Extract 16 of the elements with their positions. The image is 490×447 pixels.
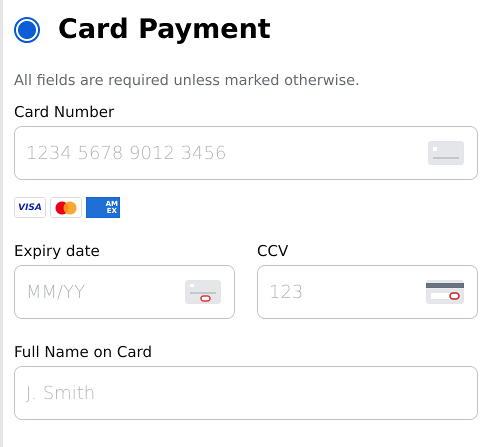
field-label: Full Name on Card	[14, 343, 153, 361]
field-label: Expiry date	[14, 242, 101, 260]
ccv-field[interactable]: 123	[257, 265, 478, 319]
card-number-field[interactable]: 1234 5678 9012 3456	[14, 126, 478, 180]
required-note: All fields are required unless marked otherwise.	[14, 73, 361, 89]
name-field[interactable]: J. Smith	[14, 366, 478, 420]
section-title: Card Payment	[58, 14, 271, 45]
card-icon	[428, 141, 464, 165]
mastercard-logo	[50, 197, 82, 218]
card-back-icon	[426, 280, 464, 304]
expiry-field[interactable]: MM/YY	[14, 265, 235, 319]
field-label: CCV	[257, 242, 290, 260]
visa-logo: VISA	[14, 197, 46, 218]
payment-radio[interactable]	[14, 16, 40, 42]
card-expiry-icon	[185, 280, 221, 304]
field-label: Card Number	[14, 103, 116, 121]
